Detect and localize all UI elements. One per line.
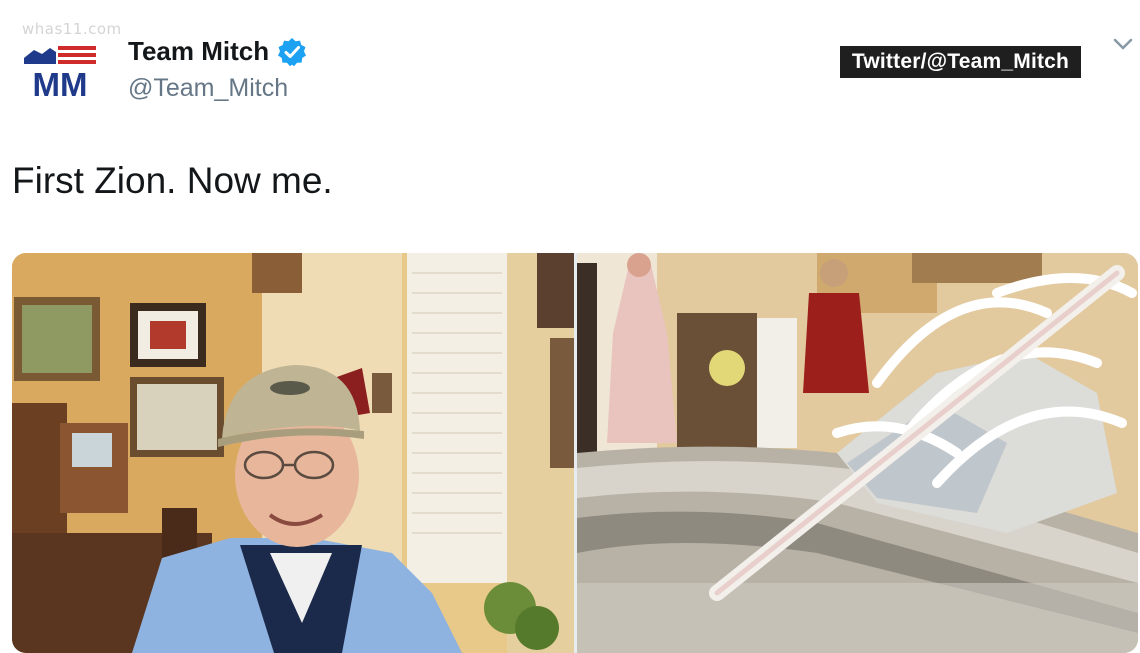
tweet-text: First Zion. Now me. — [12, 160, 333, 201]
author-row: Team Mitch — [128, 36, 307, 67]
media-photo-right[interactable] — [577, 253, 1138, 653]
display-name[interactable]: Team Mitch — [128, 36, 269, 67]
source-badge: Twitter/@Team_Mitch — [840, 46, 1081, 78]
tweet-media[interactable] — [12, 253, 1138, 653]
verified-badge-icon — [278, 37, 307, 66]
media-photo-left[interactable] — [12, 253, 574, 653]
avatar-logo-text: MM — [33, 66, 88, 100]
avatar[interactable]: MM — [22, 40, 98, 100]
chevron-down-icon[interactable] — [1112, 36, 1134, 52]
user-handle[interactable]: @Team_Mitch — [128, 74, 288, 103]
station-watermark: whas11.com — [22, 20, 122, 38]
